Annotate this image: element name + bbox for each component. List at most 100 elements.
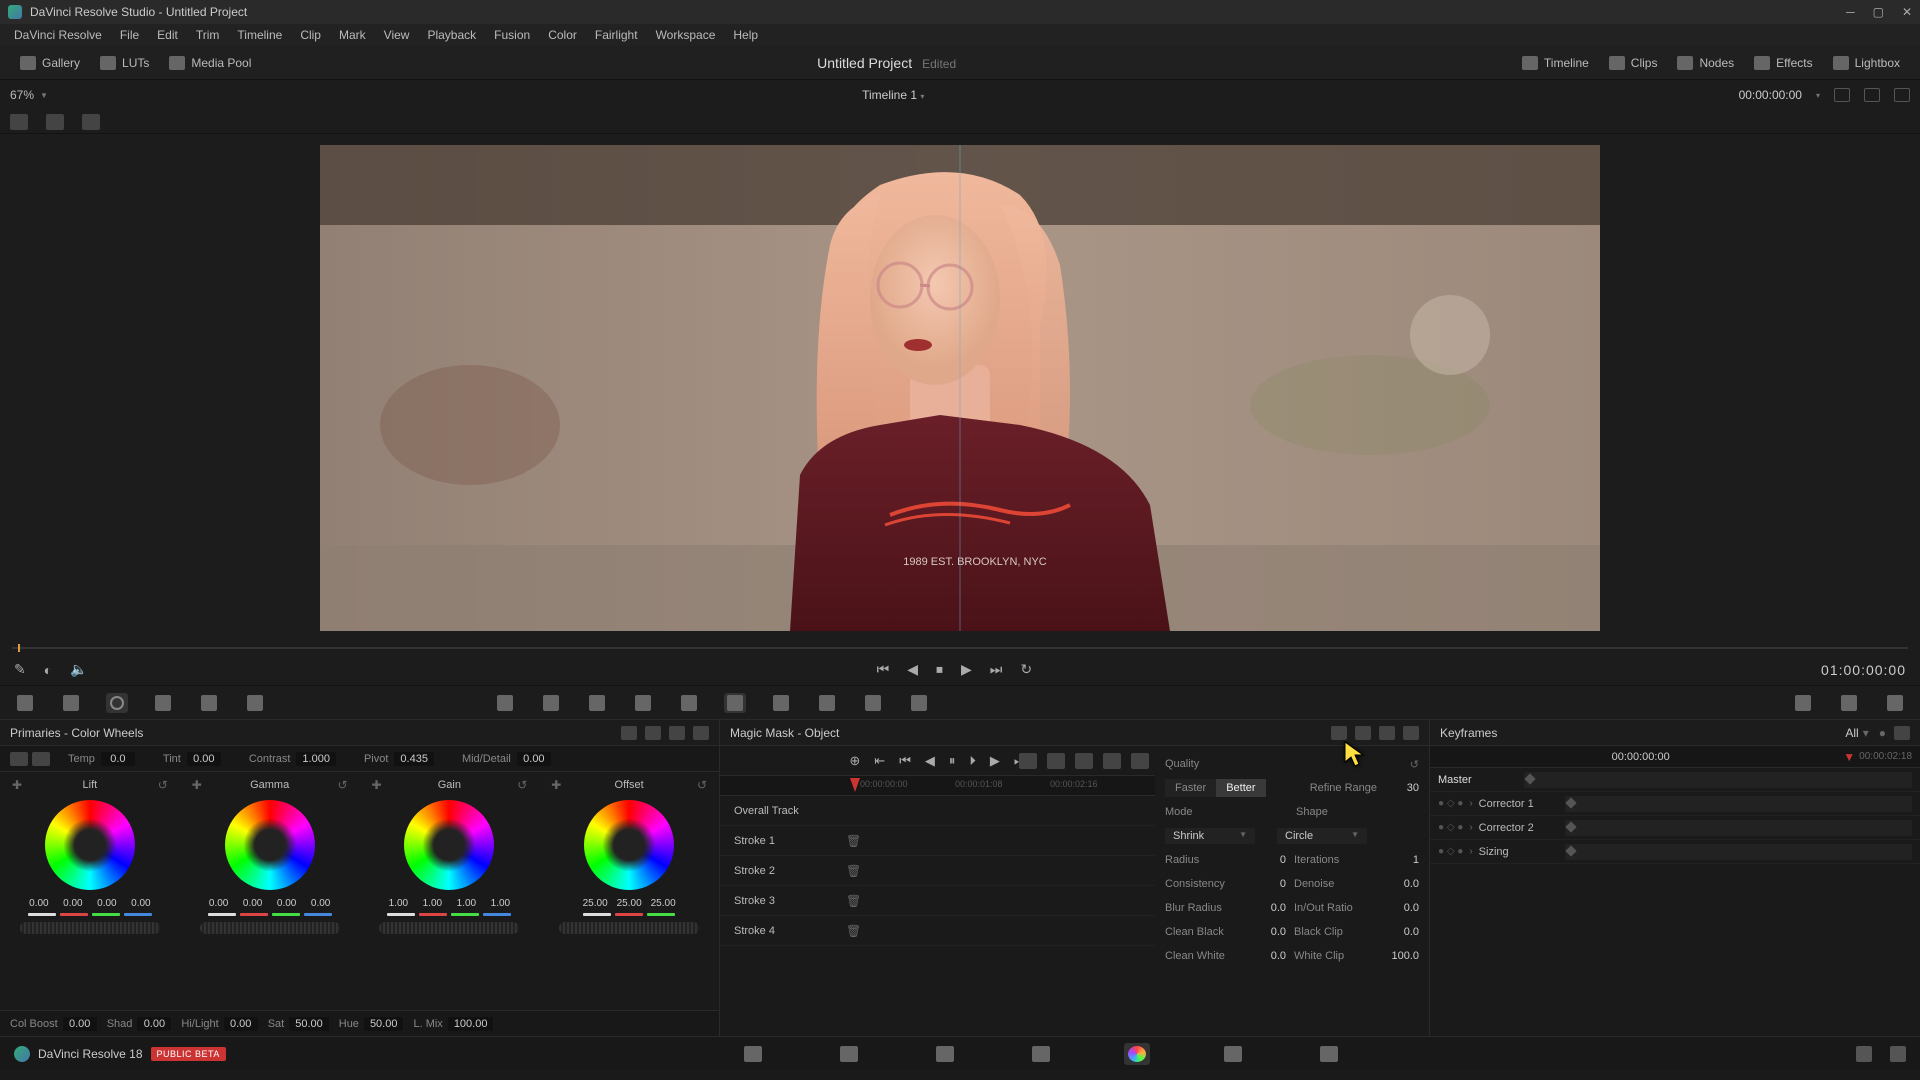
keyframe-row[interactable]: Master — [1430, 768, 1920, 792]
expand-icon[interactable]: › — [1469, 846, 1472, 857]
hilight-value[interactable]: 0.00 — [224, 1017, 258, 1031]
mm-paint-icon[interactable] — [1019, 753, 1037, 769]
minimize-button[interactable]: ─ — [1846, 5, 1855, 19]
gamma-val-0[interactable]: 0.00 — [205, 898, 233, 909]
mm-track-pause-icon[interactable]: ⏸ — [949, 753, 956, 769]
offset-val-1[interactable]: 25.00 — [615, 898, 643, 909]
pick-black-icon[interactable]: ✚ — [372, 778, 382, 792]
next-frame-button[interactable]: ⏭ — [990, 661, 1003, 678]
keyframe-row[interactable]: ● ◇ ●›Corrector 1 — [1430, 792, 1920, 816]
camera-raw-icon[interactable] — [14, 693, 36, 713]
bypass-icon[interactable] — [1834, 88, 1850, 102]
tint-value[interactable]: 0.00 — [187, 752, 221, 766]
mm-overlay-icon[interactable] — [1103, 753, 1121, 769]
mm-invert-icon[interactable] — [1075, 753, 1093, 769]
info-icon[interactable] — [1884, 693, 1906, 713]
keyframe-marker-icon[interactable] — [1524, 773, 1535, 784]
menu-playback[interactable]: Playback — [419, 26, 484, 44]
keyframe-mode-icon[interactable] — [1792, 693, 1814, 713]
shape-select[interactable]: Circle▼ — [1277, 828, 1367, 844]
color-checker-icon[interactable] — [60, 693, 82, 713]
menu-color[interactable]: Color — [540, 26, 585, 44]
mute-icon[interactable]: 🔈 — [70, 661, 87, 678]
gain-wheel[interactable] — [404, 800, 494, 890]
lift-val-0[interactable]: 0.00 — [25, 898, 53, 909]
offset-val-0[interactable]: 25.00 — [581, 898, 609, 909]
mm-quality-reset-icon[interactable]: ↺ — [1410, 758, 1419, 771]
menu-trim[interactable]: Trim — [188, 26, 228, 44]
kf-expand-icon[interactable] — [1894, 726, 1910, 740]
deliver-page-button[interactable] — [1316, 1043, 1342, 1065]
media-pool-button[interactable]: Media Pool — [159, 52, 261, 74]
blur-icon[interactable] — [770, 693, 792, 713]
primaries-options-icon[interactable] — [693, 726, 709, 740]
scopes-icon[interactable] — [1838, 693, 1860, 713]
curves-icon[interactable] — [494, 693, 516, 713]
maximize-button[interactable]: ▢ — [1873, 5, 1884, 19]
lift-val-3[interactable]: 0.00 — [127, 898, 155, 909]
play-button[interactable]: ▶ — [961, 661, 972, 678]
lift-wheel[interactable] — [45, 800, 135, 890]
mm-track-add-icon[interactable]: ⊕ — [849, 753, 860, 769]
color-page-button[interactable] — [1124, 1043, 1150, 1065]
stroke-row[interactable]: Stroke 4🗑 — [720, 916, 1155, 946]
quality-better[interactable]: Better — [1216, 779, 1265, 797]
kf-track[interactable] — [1565, 820, 1912, 836]
timeline-button[interactable]: Timeline — [1512, 52, 1599, 74]
trash-icon[interactable]: 🗑 — [846, 924, 861, 938]
kf-track[interactable] — [1565, 796, 1912, 812]
expand-viewer-icon[interactable] — [1864, 88, 1880, 102]
offset-val-2[interactable]: 25.00 — [649, 898, 677, 909]
trash-icon[interactable]: 🗑 — [846, 864, 861, 878]
project-settings-icon[interactable] — [1890, 1046, 1906, 1062]
quality-faster[interactable]: Faster — [1165, 779, 1216, 797]
qualifier-picker-icon[interactable]: ✎ — [14, 661, 26, 678]
gamma-val-1[interactable]: 0.00 — [239, 898, 267, 909]
mm-track-rev-icon[interactable]: ◀ — [925, 753, 935, 769]
temp-value[interactable]: 0.0 — [101, 752, 135, 766]
keyframe-row[interactable]: ● ◇ ●›Sizing — [1430, 840, 1920, 864]
gain-val-1[interactable]: 1.00 — [418, 898, 446, 909]
inoutratio-value[interactable]: 0.0 — [1385, 902, 1419, 914]
colboost-value[interactable]: 0.00 — [63, 1017, 97, 1031]
trash-icon[interactable]: 🗑 — [846, 894, 861, 908]
kf-track[interactable] — [1565, 844, 1912, 860]
kf-dot-icon[interactable]: ● — [1879, 726, 1886, 740]
lightbox-button[interactable]: Lightbox — [1823, 52, 1910, 74]
viewer-scrubber[interactable] — [0, 642, 1920, 654]
keyframe-filter[interactable]: All — [1845, 726, 1858, 740]
mm-track-play-icon[interactable]: ▶ — [990, 753, 1000, 769]
toggle-icon[interactable]: ◐ — [44, 662, 52, 678]
loop-button[interactable]: ↻ — [1020, 661, 1032, 678]
lmix-value[interactable]: 100.00 — [448, 1017, 494, 1031]
motion-effects-icon[interactable] — [244, 693, 266, 713]
trash-icon[interactable]: 🗑 — [846, 834, 861, 848]
viewer-timecode[interactable]: 00:00:00:00 — [1739, 88, 1802, 102]
middetail-value[interactable]: 0.00 — [517, 752, 551, 766]
gamma-wheel[interactable] — [225, 800, 315, 890]
stroke-row[interactable]: Stroke 1🗑 — [720, 826, 1155, 856]
magic-mask-icon[interactable] — [724, 693, 746, 713]
clips-button[interactable]: Clips — [1599, 52, 1668, 74]
menu-clip[interactable]: Clip — [292, 26, 329, 44]
rgb-mixer-icon[interactable] — [198, 693, 220, 713]
fusion-page-button[interactable] — [1028, 1043, 1054, 1065]
viewer-options-icon[interactable] — [1894, 88, 1910, 102]
first-frame-button[interactable]: ⏮ — [877, 661, 890, 678]
pick-black-icon[interactable]: ✚ — [12, 778, 22, 792]
menu-file[interactable]: File — [112, 26, 147, 44]
lift-jog[interactable] — [20, 922, 160, 934]
prev-frame-button[interactable]: ◀ — [907, 661, 918, 678]
denoise-value[interactable]: 0.0 — [1385, 878, 1419, 890]
blackclip-value[interactable]: 0.0 — [1385, 926, 1419, 938]
keyframe-row[interactable]: ● ◇ ●›Corrector 2 — [1430, 816, 1920, 840]
consistency-value[interactable]: 0 — [1256, 878, 1286, 890]
primaries-bars-mode-icon[interactable] — [645, 726, 661, 740]
sat-value[interactable]: 50.00 — [289, 1017, 329, 1031]
kf-track[interactable] — [1524, 772, 1912, 788]
menu-help[interactable]: Help — [725, 26, 766, 44]
mode-select[interactable]: Shrink▼ — [1165, 828, 1255, 844]
menu-edit[interactable]: Edit — [149, 26, 186, 44]
viewer-timeline-name[interactable]: Timeline 1 ▾ — [48, 88, 1739, 102]
reset-wheel-icon[interactable]: ↺ — [337, 778, 347, 792]
